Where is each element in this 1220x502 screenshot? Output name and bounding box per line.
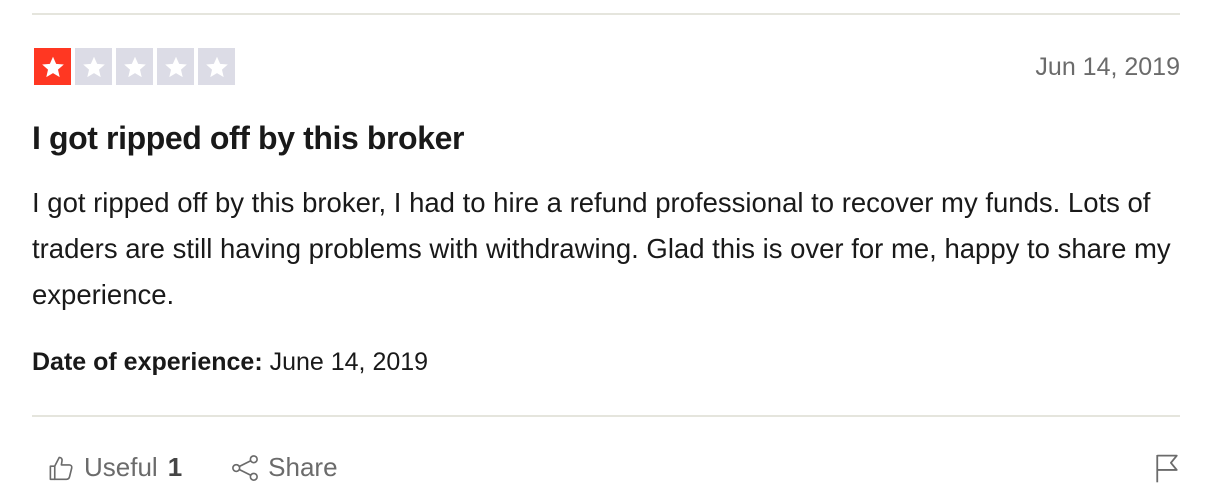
star-icon	[41, 56, 64, 77]
review-card: Jun 14, 2019 I got ripped off by this br…	[32, 0, 1180, 502]
actions-divider	[32, 415, 1180, 417]
star-icon	[164, 56, 187, 77]
useful-count: 1	[167, 452, 183, 482]
star-rating	[34, 48, 235, 85]
share-label: Share	[268, 452, 338, 482]
star-5-empty	[198, 48, 235, 85]
report-button[interactable]	[1154, 452, 1180, 484]
star-3-empty	[116, 48, 153, 85]
experience-date: June 14, 2019	[269, 348, 429, 376]
share-button[interactable]: Share	[230, 452, 338, 483]
share-icon	[230, 453, 260, 483]
experience-label: Date of experience:	[32, 348, 263, 376]
review-title[interactable]: I got ripped off by this broker	[32, 120, 464, 157]
useful-button[interactable]: Useful 1	[46, 452, 182, 483]
useful-label: Useful	[84, 452, 158, 482]
thumbs-up-icon	[46, 453, 76, 483]
star-2-empty	[75, 48, 112, 85]
star-1-filled	[34, 48, 71, 85]
top-divider	[32, 13, 1180, 15]
review-date: Jun 14, 2019	[1035, 53, 1180, 81]
star-4-empty	[157, 48, 194, 85]
star-icon	[123, 56, 146, 77]
review-actions: Useful 1 Share	[46, 452, 338, 483]
review-body: I got ripped off by this broker, I had t…	[32, 187, 1171, 310]
star-icon	[82, 56, 105, 77]
flag-icon	[1154, 452, 1180, 484]
date-of-experience: Date of experience: June 14, 2019	[32, 348, 428, 377]
star-icon	[205, 56, 228, 77]
